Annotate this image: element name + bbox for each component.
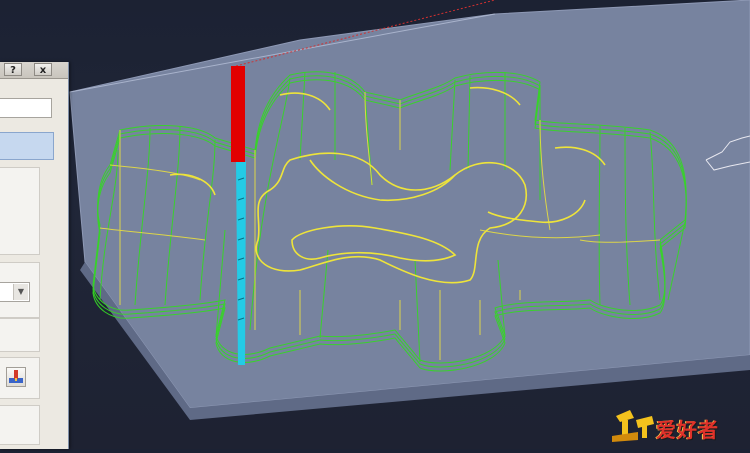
operation-dialog: ? x ▼ (0, 62, 69, 449)
dialog-titlebar: ? x (0, 62, 68, 79)
chevron-down-icon[interactable]: ▼ (13, 284, 28, 300)
toolpath-icon-button[interactable] (6, 367, 26, 387)
close-icon: x (39, 65, 47, 76)
watermark-text: 爱好者 (656, 418, 719, 442)
3d-viewport[interactable] (0, 0, 750, 449)
name-input[interactable] (0, 98, 52, 118)
carpenter-logo-icon (612, 410, 654, 442)
toolpath-icon (9, 370, 23, 383)
question-icon: ? (10, 65, 16, 76)
selected-list-row[interactable] (0, 132, 54, 160)
tool-holder (231, 66, 245, 162)
stock-top-face (69, 0, 750, 409)
method-select[interactable]: ▼ (0, 282, 30, 302)
toolpath-scene (69, 0, 750, 420)
close-button[interactable]: x (34, 63, 52, 76)
bottom-group (0, 405, 40, 445)
parameters-group (0, 167, 40, 255)
watermark-logo: 爱好者 (612, 406, 742, 444)
help-button[interactable]: ? (4, 63, 22, 76)
settings-group (0, 318, 40, 352)
